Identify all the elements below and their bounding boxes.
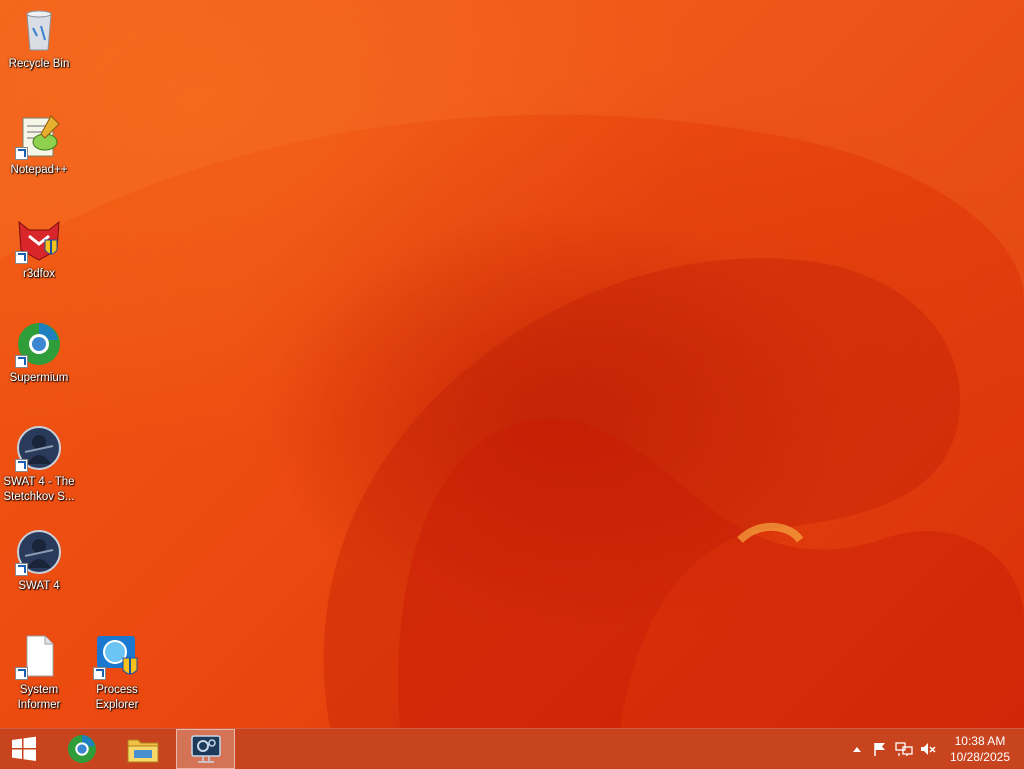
network-icon (895, 742, 913, 756)
shortcut-arrow-icon (15, 459, 28, 472)
desktop-icon-label: SWAT 4 (18, 580, 60, 592)
swat4-icon (15, 528, 63, 576)
desktop-icon-supermium[interactable]: Supermium (1, 320, 77, 386)
desktop-icon-label: System Informer (17, 684, 61, 711)
desktop-icon-label: Supermium (9, 372, 69, 384)
process-explorer-icon (93, 632, 141, 680)
system-informer-icon (15, 632, 63, 680)
system-settings-icon (190, 735, 221, 763)
desktop-wallpaper (0, 0, 1024, 728)
desktop-icon-swat4[interactable]: SWAT 4 (1, 528, 77, 594)
windows-logo-icon (12, 736, 36, 761)
desktop-icon-label: r3dfox (23, 268, 55, 280)
action-center-button[interactable] (868, 741, 892, 757)
taskbar-system-settings[interactable] (176, 729, 235, 769)
chevron-up-icon (853, 747, 861, 752)
volume-muted-icon (921, 743, 936, 755)
action-center-flag-icon (874, 743, 885, 756)
file-explorer-icon (127, 739, 159, 763)
clock-date: 10/28/2025 (949, 750, 1010, 764)
volume-button[interactable] (916, 741, 940, 757)
desktop-icon-recycle-bin[interactable]: Recycle Bin (1, 6, 77, 72)
swat4-icon (15, 424, 63, 472)
network-button[interactable] (892, 741, 916, 757)
shortcut-arrow-icon (93, 667, 106, 680)
shortcut-arrow-icon (15, 355, 28, 368)
clock-time: 10:38 AM (954, 734, 1006, 748)
r3dfox-icon (15, 216, 63, 264)
supermium-icon (15, 320, 63, 368)
shortcut-arrow-icon (15, 251, 28, 264)
desktop-icon-process-explorer[interactable]: Process Explorer (79, 632, 155, 713)
start-button[interactable] (0, 729, 48, 769)
shortcut-arrow-icon (15, 147, 28, 160)
taskbar-clock[interactable]: 10:38 AM 10/28/2025 (950, 733, 1010, 765)
taskbar-file-explorer[interactable] (115, 729, 171, 769)
desktop-icon-label: Process Explorer (95, 684, 139, 711)
desktop-icon-label: Recycle Bin (8, 58, 70, 70)
shortcut-arrow-icon (15, 563, 28, 576)
supermium-icon (68, 735, 96, 763)
taskbar: 10:38 AM 10/28/2025 (0, 728, 1024, 769)
desktop-icon-r3dfox[interactable]: r3dfox (1, 216, 77, 282)
notepadpp-icon (15, 112, 63, 160)
desktop-icon-swat4-stetchkov[interactable]: SWAT 4 - The Stetchkov S... (1, 424, 77, 505)
taskbar-supermium[interactable] (54, 729, 110, 769)
desktop-icon-label: SWAT 4 - The Stetchkov S... (3, 476, 75, 503)
shortcut-arrow-icon (15, 667, 28, 680)
desktop-icon-system-informer[interactable]: System Informer (1, 632, 77, 713)
desktop-icon-notepadpp[interactable]: Notepad++ (1, 112, 77, 178)
recycle-bin-icon (15, 6, 63, 54)
desktop-icon-label: Notepad++ (10, 164, 68, 176)
show-hidden-icons-button[interactable] (846, 745, 868, 753)
